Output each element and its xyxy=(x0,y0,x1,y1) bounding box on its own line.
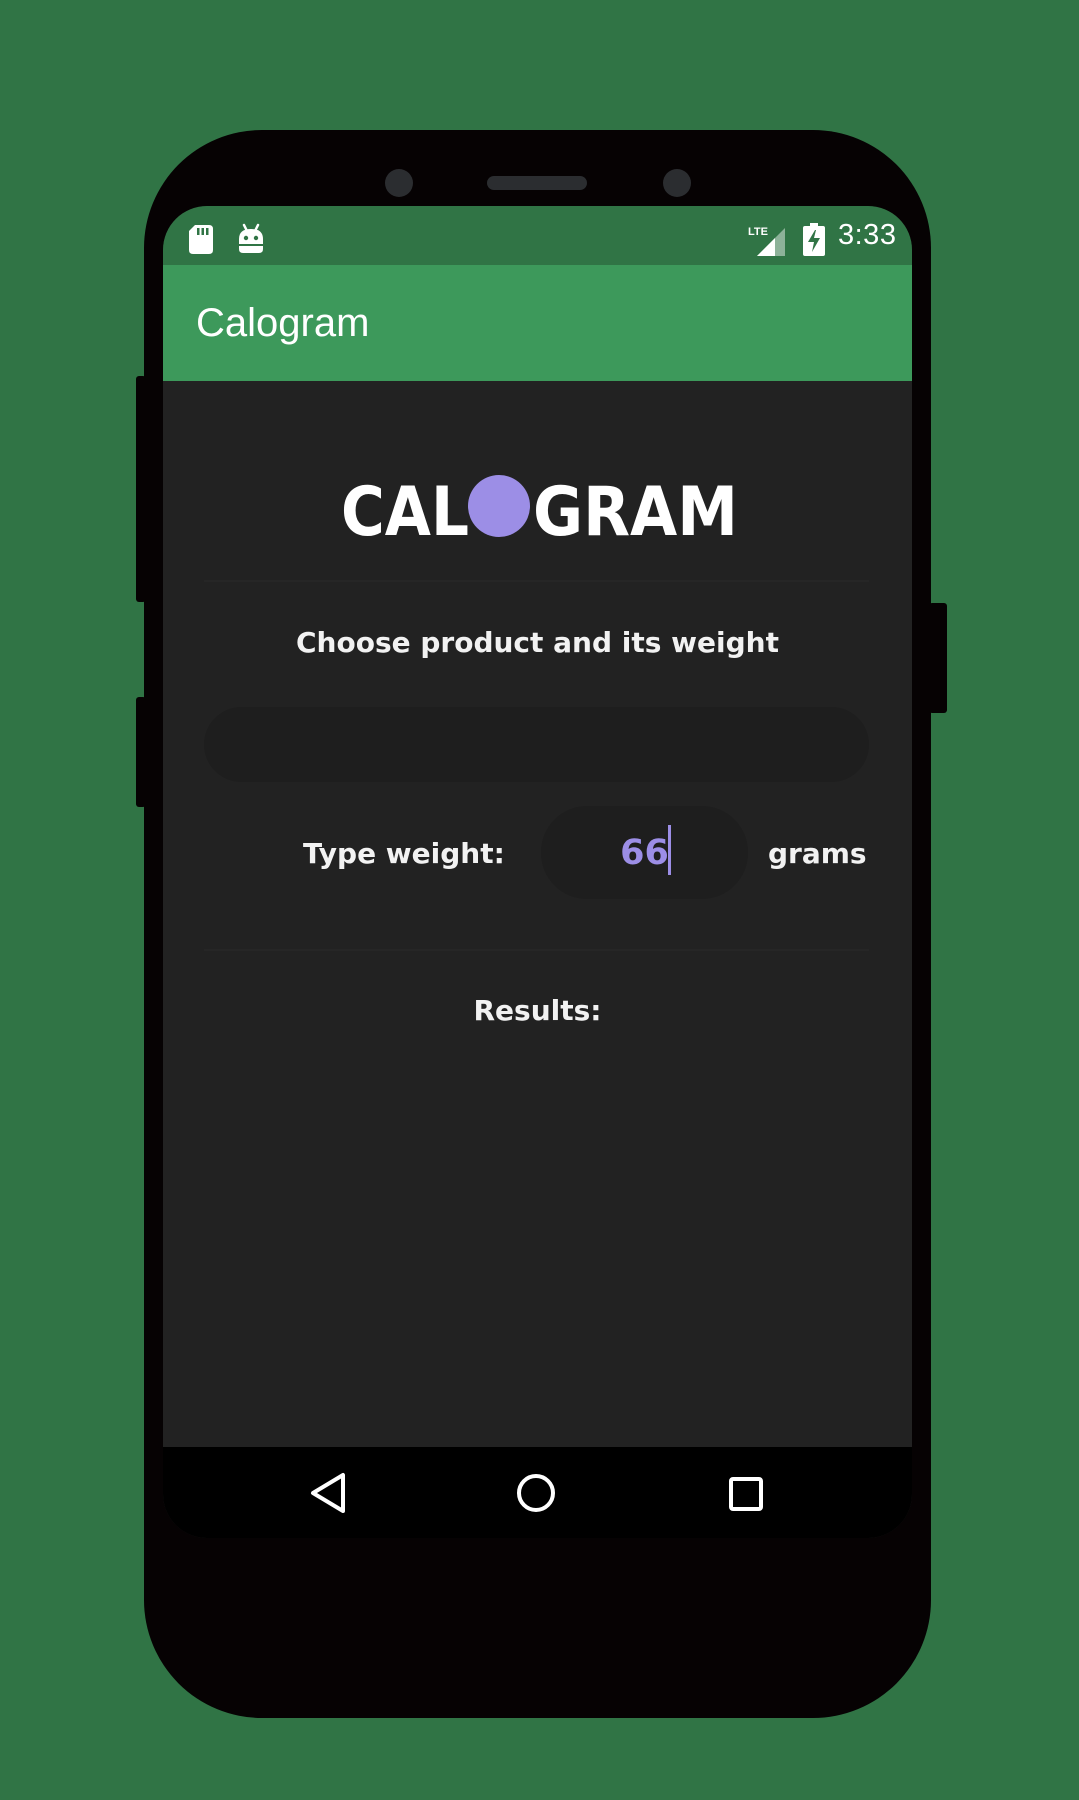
status-bar: LTE 3:33 xyxy=(163,206,912,265)
front-camera-left xyxy=(385,169,413,197)
weight-input-container[interactable] xyxy=(541,806,748,903)
sd-card-icon xyxy=(189,225,213,254)
middle-divider xyxy=(204,949,869,951)
weight-unit-label: grams xyxy=(768,837,867,870)
logo-text-right: GRAM xyxy=(533,473,738,543)
phone-volume-down-button xyxy=(136,697,146,807)
navigation-bar xyxy=(163,1447,912,1538)
weight-input[interactable] xyxy=(541,806,748,903)
phone-volume-up-button xyxy=(136,376,146,602)
instruction-text: Choose product and its weight xyxy=(296,626,779,659)
home-icon[interactable] xyxy=(515,1472,557,1514)
top-divider xyxy=(204,580,869,582)
main-content: CAL GRAM Choose product and its weight T… xyxy=(163,381,912,1453)
text-cursor xyxy=(668,825,671,875)
status-clock: 3:33 xyxy=(838,219,897,251)
logo-dot-icon xyxy=(468,475,530,537)
phone-power-button xyxy=(929,603,947,713)
battery-charging-icon xyxy=(803,223,825,256)
weight-label: Type weight: xyxy=(303,837,505,870)
product-selector[interactable] xyxy=(204,707,869,782)
phone-screen: LTE 3:33 Calogram CAL GRAM Choose produc… xyxy=(163,206,912,1538)
android-debug-icon xyxy=(239,223,263,253)
results-label: Results: xyxy=(473,994,602,1027)
lte-signal-icon: LTE xyxy=(748,226,785,256)
logo-text-left: CAL xyxy=(341,473,469,543)
earpiece-speaker xyxy=(487,176,587,190)
app-bar: Calogram xyxy=(163,265,912,381)
front-camera-right xyxy=(663,169,691,197)
svg-text:LTE: LTE xyxy=(748,226,768,238)
back-icon[interactable] xyxy=(309,1471,349,1515)
recent-apps-icon[interactable] xyxy=(728,1476,764,1512)
app-title: Calogram xyxy=(196,301,370,345)
calogram-logo: CAL GRAM xyxy=(341,473,738,543)
